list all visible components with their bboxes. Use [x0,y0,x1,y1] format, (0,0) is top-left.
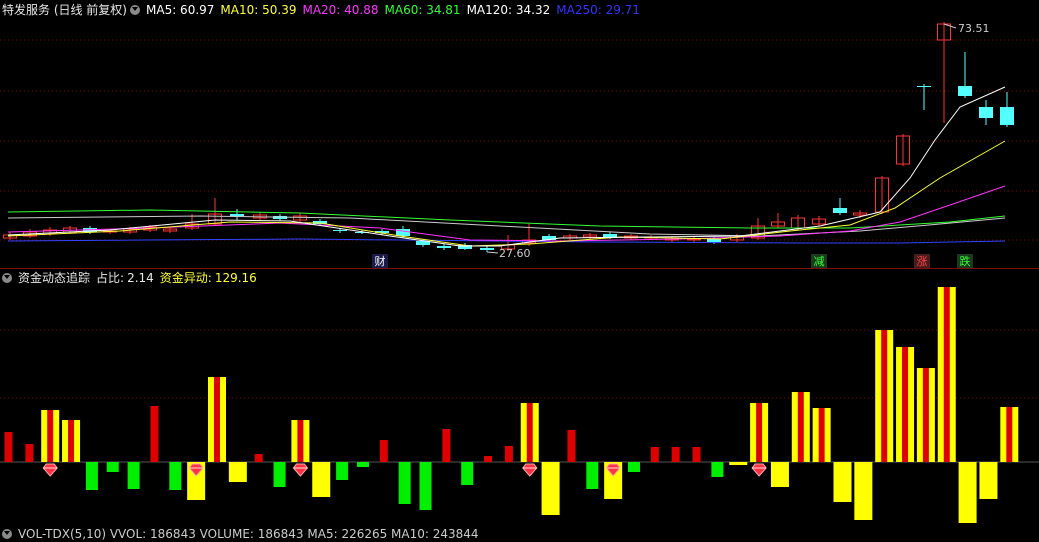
flow-bar [356,462,369,467]
flow-bar [504,446,513,462]
flow-bar-core [943,287,950,462]
flow-bar [854,462,873,520]
flow-bar-core [1006,407,1013,462]
flow-bar [273,462,286,487]
flow-bar [150,406,159,462]
diamond-icon [292,463,309,477]
flow-bar-core [881,330,888,462]
volume-text: VOL-TDX(5,10) VVOL: 186843 VOLUME: 18684… [18,527,479,541]
flow-bar [833,462,852,502]
flow-bar-core [797,392,804,462]
flow-bar [979,462,998,499]
flow-bar [379,440,388,462]
flow-bar [586,462,599,489]
diamond-body [751,463,767,477]
flow-bar-core [818,408,825,462]
flow-bar [228,462,247,482]
volume-panel-header: VOL-TDX(5,10) VVOL: 186843 VOLUME: 18684… [2,526,485,542]
flow-bar [106,462,119,472]
flow-bar-core [214,377,220,462]
diamond-body [42,463,58,477]
flow-bar [770,462,789,487]
flow-bar [25,444,34,462]
flow-bar [567,430,576,462]
diamond-icon [751,463,767,477]
flow-bar [692,447,701,462]
flow-bar [336,462,349,480]
flow-bar-core [526,403,533,462]
flow-bar-core [47,410,54,462]
flow-bar [85,462,98,490]
flow-bar [398,462,411,504]
flow-bar [541,462,560,515]
flow-bar-core [68,420,75,462]
diamond-icon [522,463,538,477]
flow-bar [4,432,13,462]
diamond-body [292,463,309,477]
flow-bar [419,462,432,510]
flow-bar [671,447,680,462]
flow-bar [127,462,140,489]
flow-bar-core [902,347,909,462]
flow-bar [312,462,331,497]
flow-bar [958,462,977,523]
flow-bar-core [756,403,763,462]
flow-bar [628,462,640,472]
flow-bar [461,462,474,485]
diamond-icon [42,463,58,477]
indicator-chart[interactable] [0,0,1039,534]
flow-bar [650,447,659,462]
diamond-body [522,463,538,477]
flow-bar-core [922,368,929,462]
flow-bar [711,462,724,477]
flow-bar [484,456,493,462]
flow-bar-core [297,420,304,462]
flow-bar [169,462,182,490]
flow-bar [729,462,748,465]
flow-bar [254,454,263,462]
flow-bar [442,429,451,462]
